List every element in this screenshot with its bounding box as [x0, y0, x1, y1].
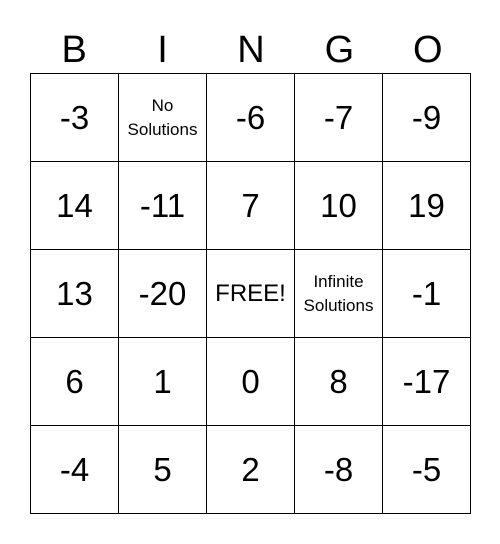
bingo-cell: -8: [294, 425, 383, 514]
header-letter-b: B: [61, 29, 87, 71]
header-letter-n: N: [237, 29, 265, 71]
bingo-grid: -3 No Solutions -6 -7 -9 14 -11 7 10 19 13 -20 FREE! I…: [30, 73, 471, 514]
bingo-cell: No Solutions: [118, 73, 207, 162]
bingo-cell: 0: [206, 337, 295, 426]
bingo-cell: -1: [382, 249, 471, 338]
bingo-cell: -4: [30, 425, 119, 514]
bingo-cell: 6: [30, 337, 119, 426]
header-letter-i: I: [157, 29, 168, 71]
bingo-cell: Infinite Solutions: [294, 249, 383, 338]
grid-row: 14 -11 7 10 19: [30, 161, 471, 250]
grid-row: -3 No Solutions -6 -7 -9: [30, 73, 471, 162]
header-letter-g: G: [324, 29, 355, 71]
bingo-cell: 14: [30, 161, 119, 250]
bingo-cell: 2: [206, 425, 295, 514]
bingo-cell: 8: [294, 337, 383, 426]
bingo-cell: -3: [30, 73, 119, 162]
bingo-cell: -5: [382, 425, 471, 514]
header-letter-o: O: [412, 29, 443, 71]
bingo-cell: 13: [30, 249, 119, 338]
bingo-cell: -17: [382, 337, 471, 426]
bingo-cell: 10: [294, 161, 383, 250]
bingo-cell: 1: [118, 337, 207, 426]
bingo-cell: 7: [206, 161, 295, 250]
bingo-cell: -9: [382, 73, 471, 162]
bingo-cell: -7: [294, 73, 383, 162]
bingo-cell: -6: [206, 73, 295, 162]
grid-row: 13 -20 FREE! Infinite Solutions -1: [30, 249, 471, 338]
bingo-header: B I N G O: [30, 28, 472, 72]
bingo-cell: 5: [118, 425, 207, 514]
grid-row: -4 5 2 -8 -5: [30, 425, 471, 514]
bingo-cell: -11: [118, 161, 207, 250]
bingo-cell: 19: [382, 161, 471, 250]
grid-row: 6 1 0 8 -17: [30, 337, 471, 426]
bingo-cell: -20: [118, 249, 207, 338]
free-space-cell: FREE!: [206, 249, 295, 338]
